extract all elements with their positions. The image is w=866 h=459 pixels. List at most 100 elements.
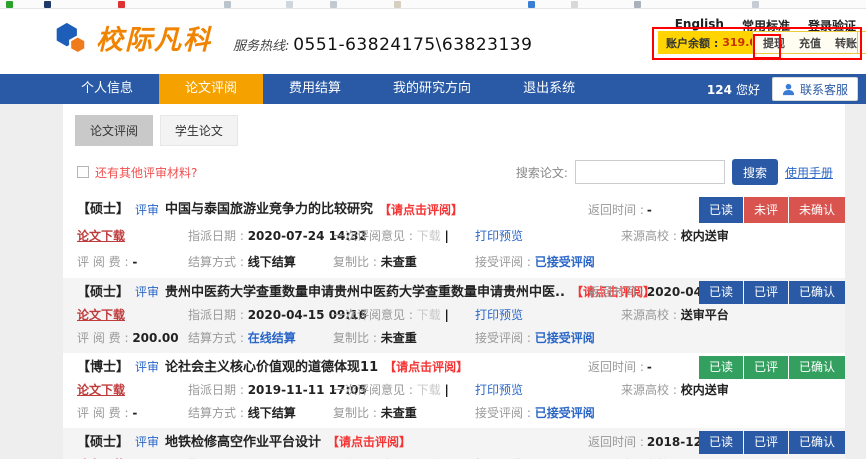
- accept-review-link[interactable]: 已接受评阅: [535, 331, 595, 345]
- search-button[interactable]: 搜索: [732, 159, 778, 185]
- return-time-label: 返回时间 :: [588, 435, 644, 449]
- favicon[interactable]: [6, 1, 13, 8]
- paper-item: 【博士】 评审 论社会主义核心价值观的道德体现11 【请点击评阅】 返回时间 :…: [63, 353, 845, 428]
- status-confirmed-button[interactable]: 已确认: [789, 356, 845, 379]
- withdraw-button[interactable]: 提现: [756, 35, 792, 51]
- print-preview-link[interactable]: 打印预览: [475, 229, 523, 243]
- status-confirmed-button[interactable]: 已确认: [789, 431, 845, 454]
- review-link[interactable]: 评审: [135, 281, 159, 304]
- status-read-button[interactable]: 已读: [699, 197, 743, 223]
- paper-title[interactable]: 贵州中医药大学查重数量申请贵州中医药大学查重数量申请贵州中医...: [165, 281, 565, 304]
- nav-item-personal-info[interactable]: 个人信息: [55, 74, 159, 104]
- favicon[interactable]: [634, 1, 641, 8]
- content-panel: 论文评阅 学生论文 还有其他评审材料? 搜索论文: 搜索 使用手册 【硕士】 评…: [63, 104, 845, 459]
- status-reviewed-button[interactable]: 已评: [744, 431, 788, 454]
- favicon[interactable]: [571, 1, 578, 8]
- tab-paper-review[interactable]: 论文评阅: [75, 115, 153, 146]
- status-read-button[interactable]: 已读: [699, 281, 743, 304]
- paper-detail-row-1: 论文下载 指派日期 : 2020-04-15 09:16 一次评阅意见 : 下载…: [63, 304, 845, 327]
- paper-title[interactable]: 地铁检修高空作业平台设计: [165, 431, 321, 454]
- copy-ratio-value: 未查重: [381, 406, 417, 420]
- status-read-button[interactable]: 已读: [699, 356, 743, 379]
- return-time: 返回时间 :-: [588, 197, 652, 223]
- paper-download-link[interactable]: 论文下载: [77, 308, 125, 322]
- degree-badge: 【博士】: [77, 356, 129, 379]
- settlement-value[interactable]: 在线结算: [248, 331, 296, 345]
- logo[interactable]: 校际凡科: [55, 18, 212, 57]
- search-bar: 搜索论文: 搜索 使用手册: [516, 159, 833, 185]
- assign-date-label: 指派日期 :: [188, 229, 244, 243]
- nav-item-research-direction[interactable]: 我的研究方向: [367, 74, 497, 104]
- favicon[interactable]: [286, 1, 293, 8]
- accept-review-label: 接受评阅 :: [475, 406, 531, 420]
- favicon[interactable]: [394, 1, 401, 8]
- paper-download-link[interactable]: 论文下载: [77, 383, 125, 397]
- paper-title[interactable]: 中国与泰国旅游业竞争力的比较研究: [165, 197, 373, 223]
- status-read-button[interactable]: 已读: [699, 431, 743, 454]
- status-confirmed-button[interactable]: 未确认: [789, 197, 845, 223]
- clipped-panel-edge: [857, 31, 866, 54]
- status-reviewed-button[interactable]: 未评: [744, 197, 788, 223]
- first-opinion-label: 一次评阅意见 :: [333, 383, 413, 397]
- favicon[interactable]: [752, 1, 759, 8]
- accept-review-link[interactable]: 已接受评阅: [535, 255, 595, 269]
- print-preview-link[interactable]: 打印预览: [475, 383, 523, 397]
- opinion-download-link[interactable]: 下载: [417, 229, 441, 243]
- source-school-value: 送审平台: [681, 308, 729, 322]
- paper-detail-row-2: 评 阅 费 : 200.00 结算方式 : 在线结算 复制比 : 未查重 接受评…: [63, 327, 845, 350]
- first-opinion-label: 一次评阅意见 :: [333, 229, 413, 243]
- settlement-value[interactable]: 线下结算: [248, 406, 296, 420]
- status-confirmed-button[interactable]: 已确认: [789, 281, 845, 304]
- fee-value: -: [132, 406, 137, 420]
- other-materials-checkbox[interactable]: 还有其他评审材料?: [77, 164, 197, 181]
- browser-bookmarks-bar: [0, 0, 866, 9]
- copy-ratio-label: 复制比 :: [333, 406, 377, 420]
- return-time-label: 返回时间 :: [588, 285, 644, 299]
- contact-service-button[interactable]: 联系客服: [772, 77, 858, 101]
- assign-date-label: 指派日期 :: [188, 308, 244, 322]
- accept-review-link[interactable]: 已接受评阅: [535, 406, 595, 420]
- favicon[interactable]: [224, 1, 231, 8]
- opinion-download-link[interactable]: 下载: [417, 308, 441, 322]
- status-buttons: 已读 已评 已确认: [699, 356, 845, 379]
- paper-download-link[interactable]: 论文下载: [77, 229, 125, 243]
- return-time-value: -: [647, 203, 652, 217]
- nav-item-logout[interactable]: 退出系统: [497, 74, 601, 104]
- click-to-review-hint[interactable]: 【请点击评阅】: [384, 356, 468, 379]
- greeting-text: 您好: [736, 83, 760, 97]
- review-link[interactable]: 评审: [135, 356, 159, 379]
- search-input[interactable]: [575, 160, 725, 184]
- site-header: 校际凡科 服务热线: 0551-63824175\63823139 Englis…: [0, 9, 866, 74]
- paper-detail-row-2: 评 阅 费 : - 结算方式 : 线下结算 复制比 : 未查重 接受评阅 : 已…: [63, 402, 845, 425]
- hotline-label: 服务热线:: [233, 39, 289, 54]
- copy-ratio-value: 未查重: [381, 331, 417, 345]
- review-link[interactable]: 评审: [135, 197, 159, 223]
- click-to-review-hint[interactable]: 【请点击评阅】: [379, 197, 463, 223]
- source-school-label: 来源高校 :: [621, 308, 677, 322]
- paper-title[interactable]: 论社会主义核心价值观的道德体现11: [165, 356, 378, 379]
- tab-student-papers[interactable]: 学生论文: [160, 115, 238, 146]
- settlement-value[interactable]: 线下结算: [248, 255, 296, 269]
- recharge-button[interactable]: 充值: [792, 35, 828, 51]
- nav-item-fee-settlement[interactable]: 费用结算: [263, 74, 367, 104]
- user-manual-link[interactable]: 使用手册: [785, 164, 833, 181]
- print-preview-link[interactable]: 打印预览: [475, 308, 523, 322]
- source-school-label: 来源高校 :: [621, 383, 677, 397]
- contact-service-label: 联系客服: [800, 81, 848, 98]
- checkbox-box-icon[interactable]: [77, 166, 89, 178]
- paper-detail-row-1: 论文下载 指派日期 : 2019-11-11 17:05 一次评阅意见 : 下载…: [63, 379, 845, 402]
- return-time-label: 返回时间 :: [588, 203, 644, 217]
- favicon[interactable]: [528, 1, 535, 8]
- review-link[interactable]: 评审: [135, 431, 159, 454]
- degree-badge: 【硕士】: [77, 197, 129, 223]
- status-reviewed-button[interactable]: 已评: [744, 356, 788, 379]
- favicon[interactable]: [330, 1, 337, 8]
- opinion-download-link[interactable]: 下载: [417, 383, 441, 397]
- status-reviewed-button[interactable]: 已评: [744, 281, 788, 304]
- favicon[interactable]: [118, 1, 125, 8]
- favicon[interactable]: [44, 1, 51, 8]
- toolbar: 还有其他评审材料? 搜索论文: 搜索 使用手册: [63, 146, 845, 194]
- click-to-review-hint[interactable]: 【请点击评阅】: [327, 431, 411, 454]
- first-opinion-label: 一次评阅意见 :: [333, 308, 413, 322]
- nav-item-paper-review[interactable]: 论文评阅: [159, 74, 263, 104]
